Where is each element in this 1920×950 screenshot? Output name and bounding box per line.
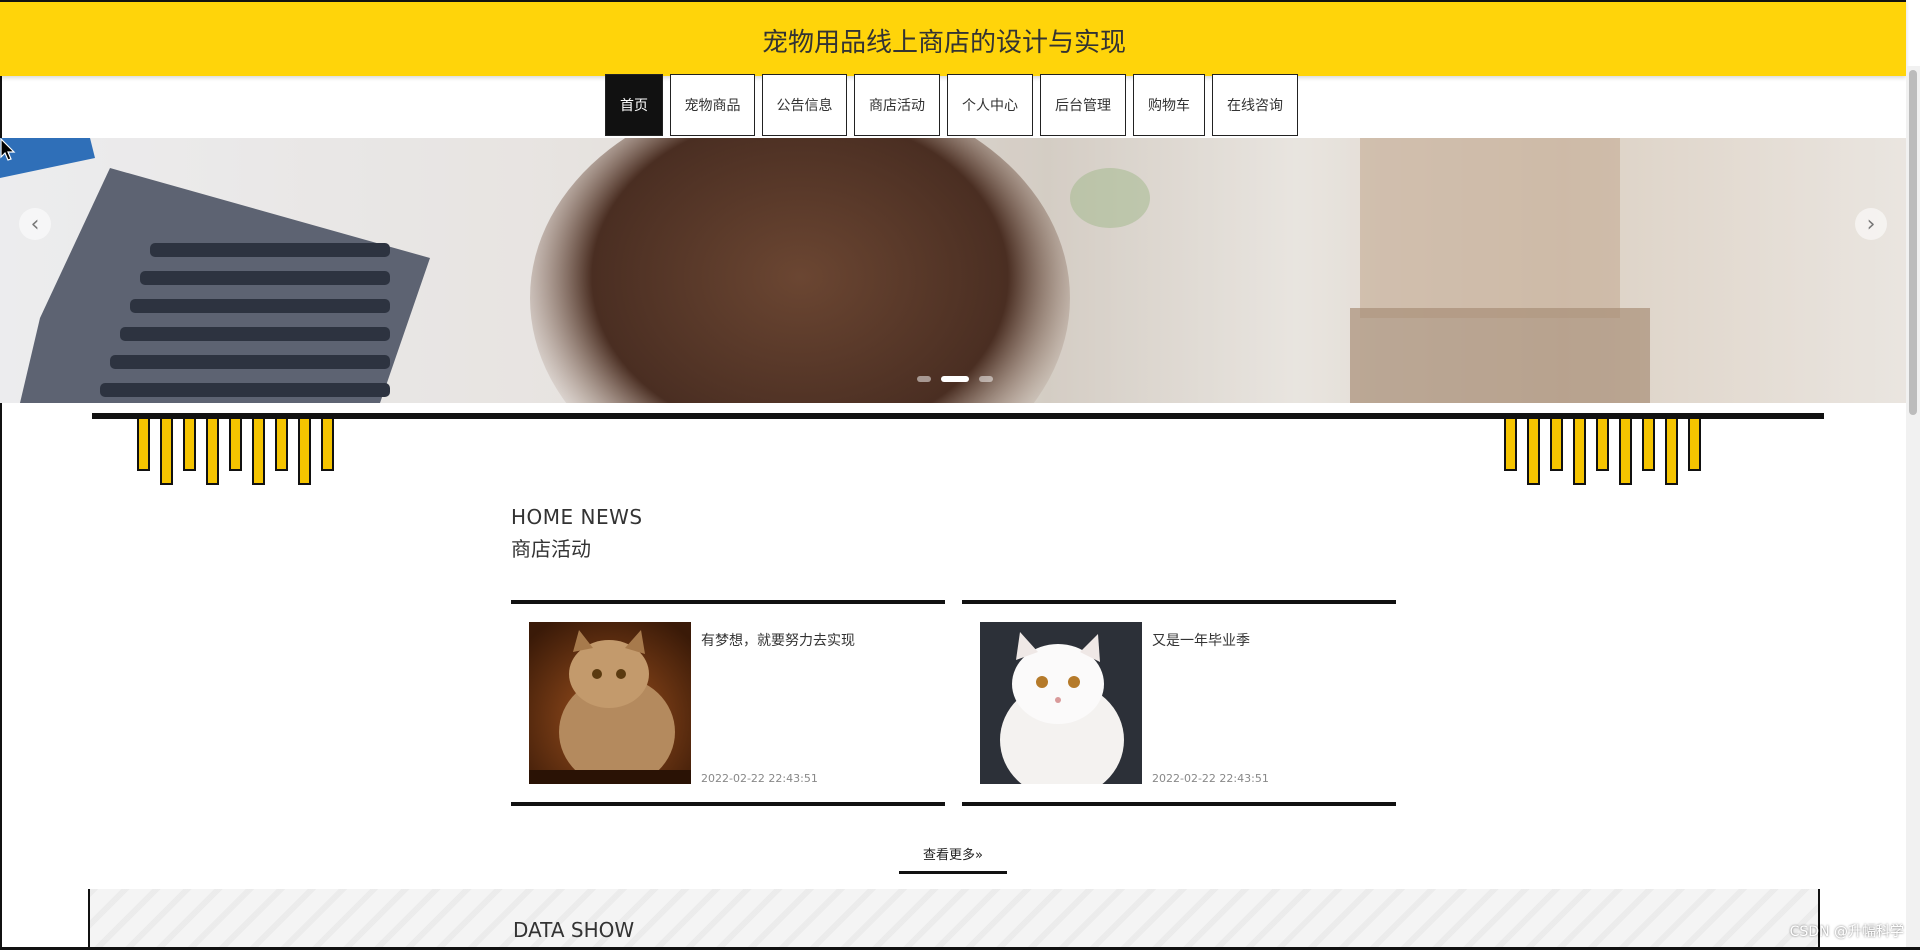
- news-thumbnail-image[interactable]: [980, 622, 1142, 784]
- site-header: 宠物用品线上商店的设计与实现: [0, 0, 1906, 76]
- nav-item-consult[interactable]: 在线咨询: [1212, 74, 1298, 136]
- news-thumbnail-image[interactable]: [529, 622, 691, 784]
- news-title[interactable]: 有梦想，就要努力去实现: [701, 630, 855, 650]
- news-section-en-title: HOME NEWS: [511, 505, 643, 529]
- nav-item-announcements[interactable]: 公告信息: [762, 74, 847, 136]
- carousel-dot[interactable]: [979, 376, 993, 382]
- news-card[interactable]: 又是一年毕业季 2022-02-22 22:43:51: [962, 600, 1396, 806]
- nav-item-pet-products[interactable]: 宠物商品: [670, 74, 755, 136]
- carousel-indicators: [917, 376, 993, 382]
- data-show-title: DATA SHOW: [513, 918, 635, 942]
- news-section-cn-title: 商店活动: [511, 537, 591, 561]
- view-more-label: 查看更多: [923, 848, 976, 863]
- nav-item-store-activities[interactable]: 商店活动: [854, 74, 940, 136]
- data-show-section: DATA SHOW: [88, 889, 1820, 950]
- decorative-tassels-right: [1504, 419, 1701, 485]
- carousel-dot[interactable]: [917, 376, 931, 382]
- decorative-tassels-left: [137, 419, 334, 485]
- carousel-dot-active[interactable]: [941, 376, 969, 382]
- nav-item-personal-center[interactable]: 个人中心: [947, 74, 1033, 136]
- site-title: 宠物用品线上商店的设计与实现: [761, 28, 1126, 58]
- news-title[interactable]: 又是一年毕业季: [1152, 630, 1250, 650]
- main-nav: 首页 宠物商品 公告信息 商店活动 个人中心 后台管理 购物车 在线咨询: [605, 74, 1298, 138]
- double-chevron-right-icon: »: [975, 848, 983, 863]
- hero-carousel[interactable]: ‹ ›: [0, 138, 1906, 403]
- mouse-cursor-icon: [0, 138, 16, 161]
- news-card[interactable]: 有梦想，就要努力去实现 2022-02-22 22:43:51: [511, 600, 945, 806]
- nav-item-home[interactable]: 首页: [605, 74, 663, 136]
- nav-item-admin[interactable]: 后台管理: [1040, 74, 1126, 136]
- watermark: CSDN @升幅科学: [1789, 924, 1904, 940]
- carousel-prev-button[interactable]: ‹: [19, 208, 51, 240]
- news-date: 2022-02-22 22:43:51: [701, 772, 818, 785]
- scrollbar-thumb[interactable]: [1909, 70, 1917, 415]
- banner-image: [0, 138, 1906, 403]
- view-more-link[interactable]: 查看更多»: [899, 844, 1007, 874]
- carousel-next-button[interactable]: ›: [1855, 208, 1887, 240]
- news-date: 2022-02-22 22:43:51: [1152, 772, 1269, 785]
- nav-item-cart[interactable]: 购物车: [1133, 74, 1205, 136]
- page-scrollbar[interactable]: [1906, 66, 1920, 950]
- news-section-header: HOME NEWS 商店活动: [511, 505, 643, 562]
